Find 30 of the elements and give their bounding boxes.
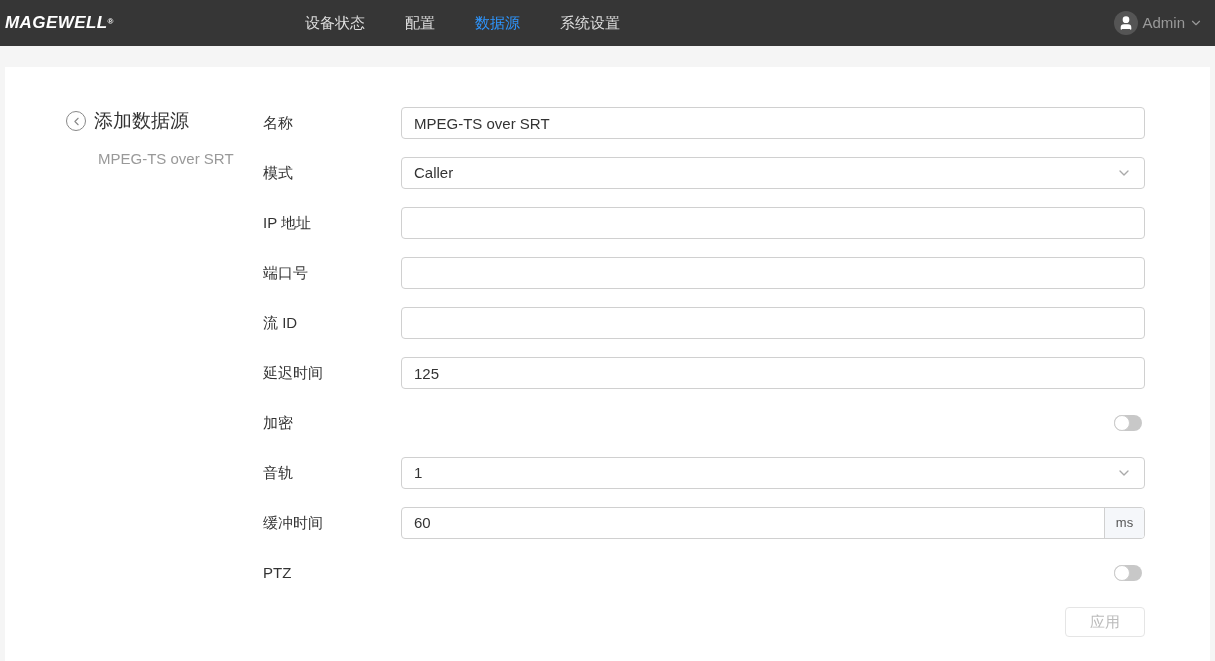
field-label: 流 ID	[263, 312, 299, 333]
dropdown[interactable]: Caller	[401, 157, 1145, 189]
text-field[interactable]: 125	[401, 357, 1145, 389]
text-field[interactable]: MPEG-TS over SRT	[401, 107, 1145, 139]
unit-label: ms	[1104, 508, 1144, 538]
text-field[interactable]: 60 ms	[401, 507, 1145, 539]
field-label: 端口号	[263, 262, 309, 283]
avatar-icon	[1114, 11, 1139, 35]
nav-tab[interactable]: 系统设置	[560, 11, 620, 35]
field-label: PTZ	[263, 562, 293, 583]
logo: MAGEWELL$^{®}$	[5, 12, 115, 35]
nav-tab[interactable]: 配置	[405, 11, 435, 35]
dropdown[interactable]: 1	[401, 457, 1145, 489]
field-label: 加密	[263, 412, 294, 433]
text-field[interactable]	[401, 257, 1145, 289]
field-label: IP 地址	[263, 212, 313, 233]
field-label: 延迟时间	[263, 362, 324, 383]
nav-tab[interactable]: 数据源	[475, 11, 520, 35]
page-subtitle: MPEG-TS over SRT	[98, 148, 235, 169]
field-label: 缓冲时间	[263, 512, 324, 533]
user-menu[interactable]: Admin	[1142, 11, 1185, 35]
nav-tab[interactable]: 设备状态	[305, 11, 365, 35]
toggle-switch[interactable]	[1114, 565, 1142, 581]
field-label: 名称	[263, 112, 294, 133]
text-field[interactable]	[401, 207, 1145, 239]
page-title: 添加数据源	[94, 109, 189, 133]
toggle-switch[interactable]	[1114, 415, 1142, 431]
field-label: 模式	[263, 162, 294, 183]
field-label: 音轨	[263, 462, 294, 483]
text-field[interactable]	[401, 307, 1145, 339]
